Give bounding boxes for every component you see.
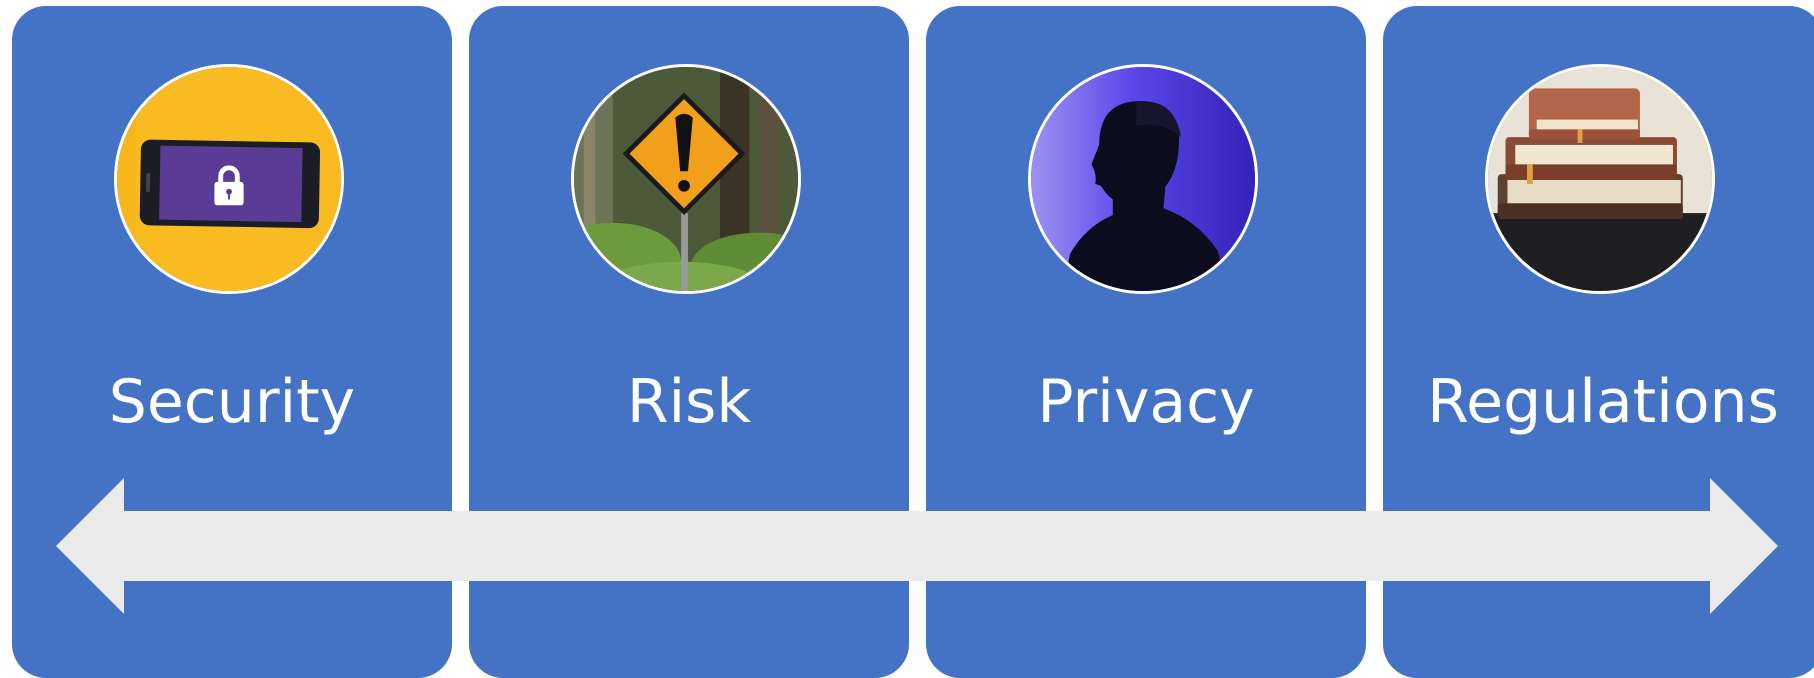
card-label-security: Security [108,367,356,437]
card-regulations: Regulations [1383,6,1814,678]
silhouette-icon [1028,64,1258,294]
card-risk: Risk [469,6,909,678]
card-label-regulations: Regulations [1427,367,1779,437]
card-security: Security [12,6,452,678]
books-icon [1485,64,1715,294]
warning-sign-icon [571,64,801,294]
card-privacy: Privacy [926,6,1366,678]
phone-lock-icon [114,64,344,294]
card-label-privacy: Privacy [1037,367,1255,437]
card-label-risk: Risk [626,367,752,437]
